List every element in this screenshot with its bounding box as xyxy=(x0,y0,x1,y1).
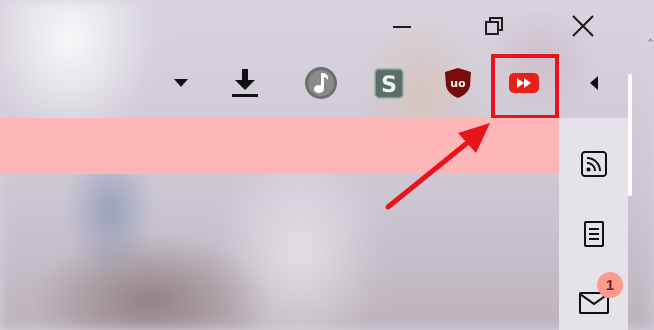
mail-unread-badge: 1 xyxy=(597,272,623,298)
restore-icon xyxy=(485,17,503,35)
sidebar-item-reading-list[interactable] xyxy=(574,214,614,254)
music-extension-button[interactable] xyxy=(301,63,341,103)
svg-text:S: S xyxy=(381,73,397,98)
tab-bar-band xyxy=(0,118,628,174)
s-logo-icon: S xyxy=(374,68,404,99)
close-icon xyxy=(572,15,594,37)
collapse-extensions-button[interactable] xyxy=(574,63,614,103)
svg-text:uo: uo xyxy=(450,77,466,90)
restore-button[interactable] xyxy=(478,10,510,42)
s-extension-button[interactable]: S xyxy=(369,63,409,103)
minimize-button[interactable] xyxy=(386,10,418,42)
ublock-shield-icon: uo xyxy=(445,68,471,98)
rss-icon xyxy=(581,151,607,177)
download-icon xyxy=(232,69,258,97)
scrollbar[interactable] xyxy=(628,74,632,196)
annotation-arrow xyxy=(385,123,490,210)
minimize-icon xyxy=(393,26,411,28)
caret-left-icon xyxy=(590,76,598,90)
ublock-origin-button[interactable]: uo xyxy=(438,63,478,103)
cropped-edge-glyph: ‸ xyxy=(648,26,653,42)
document-icon xyxy=(584,221,604,247)
caret-down-icon xyxy=(174,79,188,87)
menu-dropdown-button[interactable] xyxy=(161,63,201,103)
browser-window-crop: ‸ S uo 1 xyxy=(0,0,654,330)
music-note-icon xyxy=(305,67,337,99)
highlight-box xyxy=(491,54,559,119)
sidebar-item-rss[interactable] xyxy=(574,144,614,184)
downloads-button[interactable] xyxy=(225,63,265,103)
close-button[interactable] xyxy=(567,10,599,42)
